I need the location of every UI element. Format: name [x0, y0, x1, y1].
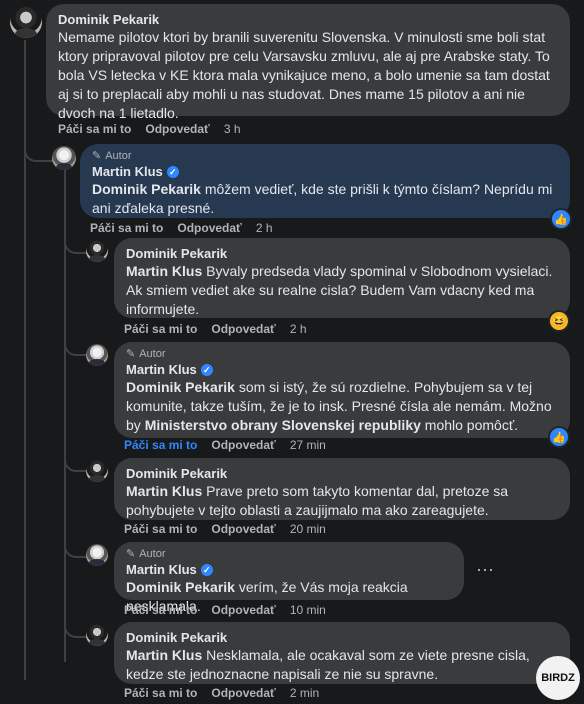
comment-author[interactable]: Martin Klus	[126, 561, 197, 578]
comment-text: Martin Klus Byvaly predseda vlady spomin…	[126, 263, 553, 317]
verified-icon: ✓	[200, 563, 213, 576]
avatar[interactable]	[10, 6, 42, 38]
like-button[interactable]: Páči sa mi to	[58, 122, 131, 136]
comment-author[interactable]: Dominik Pekarik	[126, 465, 558, 482]
comment-author[interactable]: Dominik Pekarik	[126, 629, 558, 646]
comment-text: Martin Klus Prave preto som takyto komen…	[126, 483, 509, 518]
avatar[interactable]	[86, 240, 108, 262]
reply-button[interactable]: Odpovedať	[211, 438, 275, 452]
avatar[interactable]	[86, 544, 108, 566]
comment-author[interactable]: Dominik Pekarik	[126, 245, 558, 262]
like-button[interactable]: Páči sa mi to	[90, 221, 163, 235]
comment-time[interactable]: 2 h	[290, 322, 307, 336]
watermark-logo: BIRDZ	[536, 656, 580, 700]
avatar[interactable]	[86, 624, 108, 646]
comment-time[interactable]: 2 h	[256, 221, 273, 235]
thread-connector	[64, 226, 88, 254]
pencil-icon: ✎	[92, 150, 102, 162]
comment-actions: Páči sa mi to Odpovedať 3 h	[58, 122, 241, 136]
pencil-icon: ✎	[126, 348, 136, 360]
comment-actions: Páči sa mi to Odpovedať 2 min	[124, 686, 319, 700]
mention-link[interactable]: Martin Klus	[126, 263, 202, 279]
comment-bubble: Dominik Pekarik Martin Klus Prave preto …	[114, 458, 570, 520]
mention-link[interactable]: Dominik Pekarik	[126, 579, 235, 595]
author-badge: ✎ Autor	[126, 348, 166, 360]
comment-actions: Páči sa mi to Odpovedať 10 min	[124, 603, 326, 617]
thread-connector	[64, 530, 88, 558]
mention-link[interactable]: Ministerstvo obrany Slovenskej republiky	[145, 417, 421, 433]
comment-time[interactable]: 27 min	[290, 438, 326, 452]
comment-actions: Páči sa mi to Odpovedať 27 min	[124, 438, 326, 452]
comment-author[interactable]: Martin Klus	[92, 163, 163, 180]
like-button[interactable]: Páči sa mi to	[124, 686, 197, 700]
comment-text: Dominik Pekarik som si istý, že sú rozdi…	[126, 379, 552, 433]
like-button[interactable]: Páči sa mi to	[124, 603, 197, 617]
author-badge: ✎ Autor	[126, 548, 166, 560]
thread-connector	[64, 612, 88, 638]
comment-time[interactable]: 2 min	[290, 686, 319, 700]
mention-link[interactable]: Martin Klus	[126, 483, 202, 499]
mention-link[interactable]: Dominik Pekarik	[92, 181, 201, 197]
comment-text: Dominik Pekarik môžem vedieť, kde ste pr…	[92, 181, 553, 216]
comment-text: Nemame pilotov ktori by branili suvereni…	[58, 29, 550, 121]
pencil-icon: ✎	[126, 548, 136, 560]
comment-bubble: Dominik Pekarik Nemame pilotov ktori by …	[46, 4, 570, 121]
verified-icon: ✓	[166, 165, 179, 178]
comment-author[interactable]: Martin Klus	[126, 361, 197, 378]
author-badge: ✎ Autor	[92, 150, 132, 162]
comment-actions: Páči sa mi to Odpovedať 20 min	[124, 522, 326, 536]
comment-time[interactable]: 20 min	[290, 522, 326, 536]
like-icon[interactable]: 👍	[550, 428, 568, 446]
thread-connector	[64, 326, 88, 356]
like-button[interactable]: Páči sa mi to	[124, 438, 197, 452]
haha-icon[interactable]: 😆	[550, 312, 568, 330]
reply-button[interactable]: Odpovedať	[145, 122, 209, 136]
comment-bubble: ✎ Autor Martin Klus ✓ Dominik Pekarik verí…	[114, 542, 464, 614]
more-options-icon[interactable]: ⋯	[476, 560, 495, 581]
avatar[interactable]	[86, 344, 108, 366]
like-button[interactable]: Páči sa mi to	[124, 322, 197, 336]
comment-bubble: ✎ Autor Martin Klus ✓ Dominik Pekarik môže…	[80, 144, 570, 218]
comment-actions: Páči sa mi to Odpovedať 2 h	[90, 221, 273, 235]
thread-line	[24, 40, 26, 680]
reply-button[interactable]: Odpovedať	[211, 603, 275, 617]
mention-link[interactable]: Martin Klus	[126, 647, 202, 663]
reply-button[interactable]: Odpovedať	[211, 322, 275, 336]
comment-bubble: ✎ Autor Martin Klus ✓ Dominik Pekarik som …	[114, 342, 570, 438]
reply-button[interactable]: Odpovedať	[177, 221, 241, 235]
reply-button[interactable]: Odpovedať	[211, 522, 275, 536]
comment-text: Martin Klus Nesklamala, ale ocakaval som…	[126, 647, 530, 682]
comment-bubble: Dominik Pekarik Martin Klus Nesklamala, …	[114, 622, 570, 684]
like-icon[interactable]: 👍	[552, 210, 570, 228]
avatar[interactable]	[86, 460, 108, 482]
comment-author[interactable]: Dominik Pekarik	[58, 11, 558, 28]
verified-icon: ✓	[200, 363, 213, 376]
comment-time[interactable]: 10 min	[290, 603, 326, 617]
avatar[interactable]	[52, 146, 76, 170]
comment-time[interactable]: 3 h	[224, 122, 241, 136]
comment-bubble: Dominik Pekarik Martin Klus Byvaly preds…	[114, 238, 570, 318]
like-button[interactable]: Páči sa mi to	[124, 522, 197, 536]
reply-button[interactable]: Odpovedať	[211, 686, 275, 700]
comment-actions: Páči sa mi to Odpovedať 2 h	[124, 322, 307, 336]
thread-connector	[24, 138, 54, 162]
thread-connector	[64, 446, 88, 472]
mention-link[interactable]: Dominik Pekarik	[126, 379, 235, 395]
